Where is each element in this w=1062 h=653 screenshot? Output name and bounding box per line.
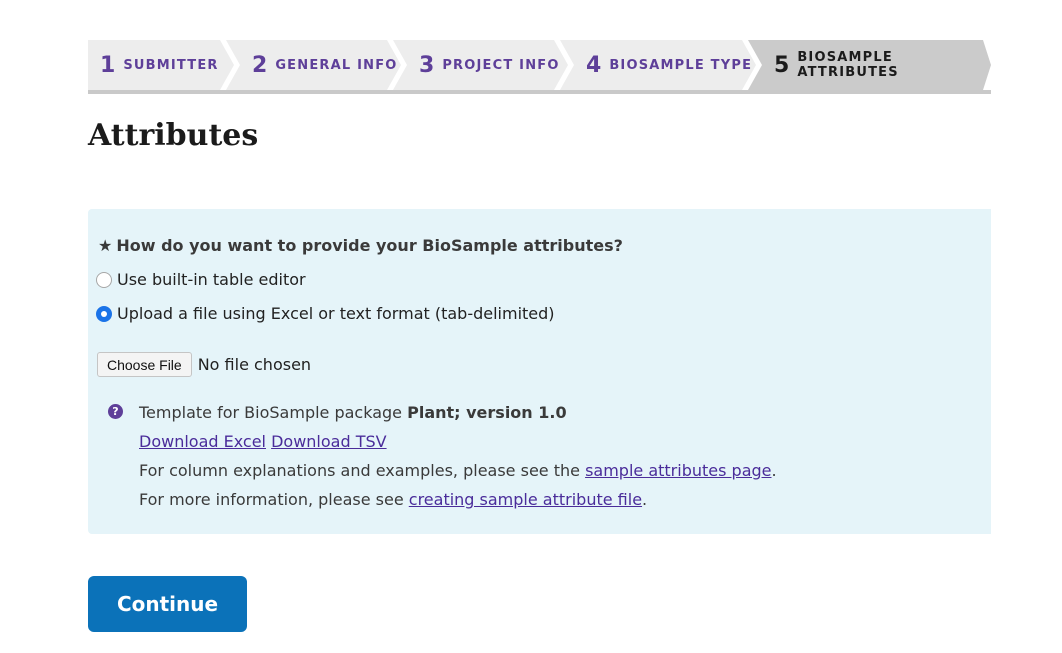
more-info-line: For more information, please see creatin… [139,490,777,519]
creating-attribute-file-link[interactable]: creating sample attribute file [409,490,642,509]
step-number: 3 [419,52,435,78]
radio-upload-file[interactable] [96,305,112,322]
template-line: Template for BioSample package Plant; ve… [139,403,777,432]
option-upload-file[interactable]: Upload a file using Excel or text format… [96,304,555,323]
template-package: Plant; version 1.0 [407,403,567,422]
option-label: Use built-in table editor [117,270,306,289]
continue-button[interactable]: Continue [88,576,247,632]
step-label: SUBMITTER [123,57,219,73]
choose-file-button[interactable]: Choose File [97,352,192,377]
option-label: Upload a file using Excel or text format… [117,304,555,323]
step-number: 2 [252,52,268,78]
attributes-question: ★ How do you want to provide your BioSamp… [98,236,623,255]
step-label: BIOSAMPLE TYPE [609,57,753,73]
sample-attributes-page-link[interactable]: sample attributes page [585,461,771,480]
progress-stepper: 1 SUBMITTER 2 GENERAL INFO 3 PROJECT INF… [88,40,991,94]
step-label: GENERAL INFO [275,57,398,73]
step-label: BIOSAMPLE ATTRIBUTES [797,50,899,80]
more-info-text: For more information, please see [139,490,409,509]
question-icon: ? [108,404,123,419]
page-title: Attributes [88,118,259,153]
template-prefix: Template for BioSample package [139,403,408,422]
download-links: Download Excel Download TSV [139,432,777,461]
step-label: PROJECT INFO [442,57,560,73]
download-tsv-link[interactable]: Download TSV [271,432,387,451]
required-star-icon: ★ [98,236,113,255]
step-general-info[interactable]: 2 GENERAL INFO [226,40,401,90]
step-number: 1 [100,52,116,78]
column-help-suffix: . [771,461,777,480]
step-project-info[interactable]: 3 PROJECT INFO [393,40,568,90]
step-number: 5 [774,52,790,78]
step-biosample-type[interactable]: 4 BIOSAMPLE TYPE [560,40,756,90]
step-number: 4 [586,52,602,78]
radio-table-editor[interactable] [96,271,112,288]
step-biosample-attributes[interactable]: 5 BIOSAMPLE ATTRIBUTES [748,40,991,90]
file-upload: Choose File No file chosen [97,352,311,377]
file-status: No file chosen [197,355,312,374]
question-text: How do you want to provide your BioSampl… [116,236,623,255]
download-excel-link[interactable]: Download Excel [139,432,266,451]
option-table-editor[interactable]: Use built-in table editor [96,270,306,289]
step-submitter[interactable]: 1 SUBMITTER [88,40,234,90]
column-help-text: For column explanations and examples, pl… [139,461,586,480]
more-info-suffix: . [642,490,648,509]
column-help-line: For column explanations and examples, pl… [139,461,777,490]
